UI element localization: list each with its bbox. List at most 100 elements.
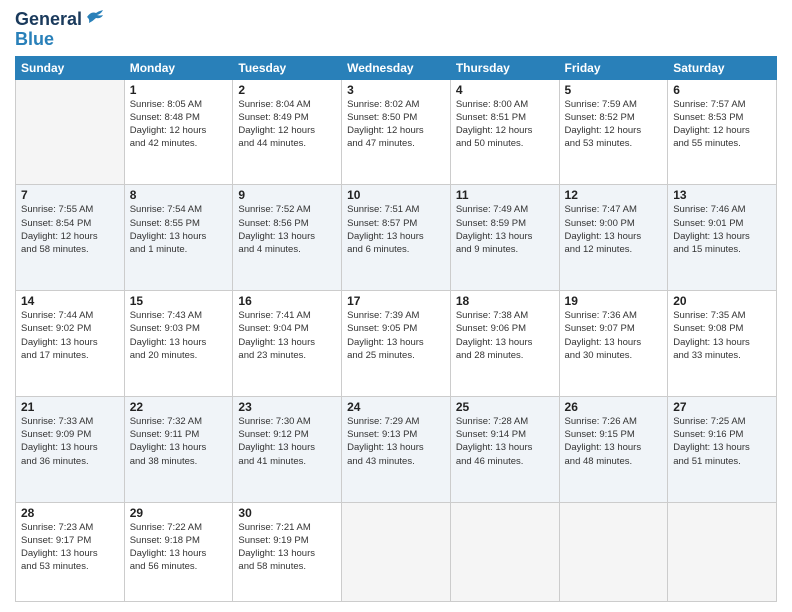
- calendar-cell: 8Sunrise: 7:54 AMSunset: 8:55 PMDaylight…: [124, 185, 233, 291]
- calendar-cell: 15Sunrise: 7:43 AMSunset: 9:03 PMDayligh…: [124, 291, 233, 397]
- day-number: 14: [21, 294, 119, 308]
- calendar-cell: 11Sunrise: 7:49 AMSunset: 8:59 PMDayligh…: [450, 185, 559, 291]
- day-number: 21: [21, 400, 119, 414]
- week-row: 1Sunrise: 8:05 AMSunset: 8:48 PMDaylight…: [16, 79, 777, 185]
- day-info: Sunrise: 7:28 AMSunset: 9:14 PMDaylight:…: [456, 415, 554, 468]
- day-number: 11: [456, 188, 554, 202]
- page: General Blue SundayMondayTuesdayWednesda…: [0, 0, 792, 612]
- day-number: 1: [130, 83, 228, 97]
- day-info: Sunrise: 8:00 AMSunset: 8:51 PMDaylight:…: [456, 98, 554, 151]
- header: General Blue: [15, 10, 777, 50]
- day-info: Sunrise: 7:23 AMSunset: 9:17 PMDaylight:…: [21, 521, 119, 574]
- week-row: 7Sunrise: 7:55 AMSunset: 8:54 PMDaylight…: [16, 185, 777, 291]
- calendar-cell: 2Sunrise: 8:04 AMSunset: 8:49 PMDaylight…: [233, 79, 342, 185]
- weekday-saturday: Saturday: [668, 56, 777, 79]
- weekday-wednesday: Wednesday: [342, 56, 451, 79]
- day-number: 3: [347, 83, 445, 97]
- day-info: Sunrise: 7:47 AMSunset: 9:00 PMDaylight:…: [565, 203, 663, 256]
- calendar-cell: 3Sunrise: 8:02 AMSunset: 8:50 PMDaylight…: [342, 79, 451, 185]
- calendar-cell: [668, 502, 777, 601]
- calendar-cell: 23Sunrise: 7:30 AMSunset: 9:12 PMDayligh…: [233, 396, 342, 502]
- calendar-cell: 16Sunrise: 7:41 AMSunset: 9:04 PMDayligh…: [233, 291, 342, 397]
- day-info: Sunrise: 7:36 AMSunset: 9:07 PMDaylight:…: [565, 309, 663, 362]
- day-info: Sunrise: 7:43 AMSunset: 9:03 PMDaylight:…: [130, 309, 228, 362]
- weekday-thursday: Thursday: [450, 56, 559, 79]
- logo-bird-icon: [85, 9, 107, 25]
- day-number: 2: [238, 83, 336, 97]
- calendar-cell: 29Sunrise: 7:22 AMSunset: 9:18 PMDayligh…: [124, 502, 233, 601]
- day-number: 7: [21, 188, 119, 202]
- calendar-cell: 30Sunrise: 7:21 AMSunset: 9:19 PMDayligh…: [233, 502, 342, 601]
- day-number: 28: [21, 506, 119, 520]
- day-info: Sunrise: 8:04 AMSunset: 8:49 PMDaylight:…: [238, 98, 336, 151]
- day-number: 5: [565, 83, 663, 97]
- calendar-cell: 13Sunrise: 7:46 AMSunset: 9:01 PMDayligh…: [668, 185, 777, 291]
- calendar-cell: 22Sunrise: 7:32 AMSunset: 9:11 PMDayligh…: [124, 396, 233, 502]
- logo: General Blue: [15, 10, 107, 50]
- day-info: Sunrise: 7:57 AMSunset: 8:53 PMDaylight:…: [673, 98, 771, 151]
- day-info: Sunrise: 7:38 AMSunset: 9:06 PMDaylight:…: [456, 309, 554, 362]
- day-info: Sunrise: 7:30 AMSunset: 9:12 PMDaylight:…: [238, 415, 336, 468]
- day-number: 29: [130, 506, 228, 520]
- calendar-cell: 19Sunrise: 7:36 AMSunset: 9:07 PMDayligh…: [559, 291, 668, 397]
- day-info: Sunrise: 7:44 AMSunset: 9:02 PMDaylight:…: [21, 309, 119, 362]
- calendar-cell: 10Sunrise: 7:51 AMSunset: 8:57 PMDayligh…: [342, 185, 451, 291]
- week-row: 14Sunrise: 7:44 AMSunset: 9:02 PMDayligh…: [16, 291, 777, 397]
- calendar-cell: 18Sunrise: 7:38 AMSunset: 9:06 PMDayligh…: [450, 291, 559, 397]
- day-info: Sunrise: 8:05 AMSunset: 8:48 PMDaylight:…: [130, 98, 228, 151]
- weekday-header-row: SundayMondayTuesdayWednesdayThursdayFrid…: [16, 56, 777, 79]
- day-number: 10: [347, 188, 445, 202]
- day-info: Sunrise: 7:46 AMSunset: 9:01 PMDaylight:…: [673, 203, 771, 256]
- calendar-cell: 28Sunrise: 7:23 AMSunset: 9:17 PMDayligh…: [16, 502, 125, 601]
- day-info: Sunrise: 7:59 AMSunset: 8:52 PMDaylight:…: [565, 98, 663, 151]
- calendar-cell: 4Sunrise: 8:00 AMSunset: 8:51 PMDaylight…: [450, 79, 559, 185]
- day-number: 6: [673, 83, 771, 97]
- day-number: 13: [673, 188, 771, 202]
- week-row: 28Sunrise: 7:23 AMSunset: 9:17 PMDayligh…: [16, 502, 777, 601]
- calendar-cell: 12Sunrise: 7:47 AMSunset: 9:00 PMDayligh…: [559, 185, 668, 291]
- day-number: 18: [456, 294, 554, 308]
- day-number: 24: [347, 400, 445, 414]
- day-number: 8: [130, 188, 228, 202]
- calendar-cell: 17Sunrise: 7:39 AMSunset: 9:05 PMDayligh…: [342, 291, 451, 397]
- logo-blue: Blue: [15, 30, 54, 50]
- day-info: Sunrise: 7:55 AMSunset: 8:54 PMDaylight:…: [21, 203, 119, 256]
- day-info: Sunrise: 7:39 AMSunset: 9:05 PMDaylight:…: [347, 309, 445, 362]
- calendar-cell: 7Sunrise: 7:55 AMSunset: 8:54 PMDaylight…: [16, 185, 125, 291]
- day-number: 16: [238, 294, 336, 308]
- weekday-friday: Friday: [559, 56, 668, 79]
- day-number: 4: [456, 83, 554, 97]
- day-number: 30: [238, 506, 336, 520]
- day-info: Sunrise: 7:49 AMSunset: 8:59 PMDaylight:…: [456, 203, 554, 256]
- day-info: Sunrise: 7:41 AMSunset: 9:04 PMDaylight:…: [238, 309, 336, 362]
- day-info: Sunrise: 7:29 AMSunset: 9:13 PMDaylight:…: [347, 415, 445, 468]
- calendar-cell: 21Sunrise: 7:33 AMSunset: 9:09 PMDayligh…: [16, 396, 125, 502]
- day-info: Sunrise: 7:22 AMSunset: 9:18 PMDaylight:…: [130, 521, 228, 574]
- day-number: 12: [565, 188, 663, 202]
- calendar-cell: 26Sunrise: 7:26 AMSunset: 9:15 PMDayligh…: [559, 396, 668, 502]
- day-number: 17: [347, 294, 445, 308]
- calendar-cell: [559, 502, 668, 601]
- day-number: 25: [456, 400, 554, 414]
- calendar-cell: 1Sunrise: 8:05 AMSunset: 8:48 PMDaylight…: [124, 79, 233, 185]
- day-info: Sunrise: 7:54 AMSunset: 8:55 PMDaylight:…: [130, 203, 228, 256]
- day-info: Sunrise: 8:02 AMSunset: 8:50 PMDaylight:…: [347, 98, 445, 151]
- day-number: 22: [130, 400, 228, 414]
- calendar-cell: 6Sunrise: 7:57 AMSunset: 8:53 PMDaylight…: [668, 79, 777, 185]
- day-info: Sunrise: 7:51 AMSunset: 8:57 PMDaylight:…: [347, 203, 445, 256]
- day-number: 9: [238, 188, 336, 202]
- calendar-cell: 14Sunrise: 7:44 AMSunset: 9:02 PMDayligh…: [16, 291, 125, 397]
- calendar-cell: 5Sunrise: 7:59 AMSunset: 8:52 PMDaylight…: [559, 79, 668, 185]
- calendar: SundayMondayTuesdayWednesdayThursdayFrid…: [15, 56, 777, 602]
- weekday-monday: Monday: [124, 56, 233, 79]
- calendar-cell: 25Sunrise: 7:28 AMSunset: 9:14 PMDayligh…: [450, 396, 559, 502]
- day-info: Sunrise: 7:52 AMSunset: 8:56 PMDaylight:…: [238, 203, 336, 256]
- day-number: 15: [130, 294, 228, 308]
- weekday-tuesday: Tuesday: [233, 56, 342, 79]
- week-row: 21Sunrise: 7:33 AMSunset: 9:09 PMDayligh…: [16, 396, 777, 502]
- day-info: Sunrise: 7:25 AMSunset: 9:16 PMDaylight:…: [673, 415, 771, 468]
- calendar-cell: [16, 79, 125, 185]
- calendar-cell: [450, 502, 559, 601]
- day-number: 26: [565, 400, 663, 414]
- day-info: Sunrise: 7:35 AMSunset: 9:08 PMDaylight:…: [673, 309, 771, 362]
